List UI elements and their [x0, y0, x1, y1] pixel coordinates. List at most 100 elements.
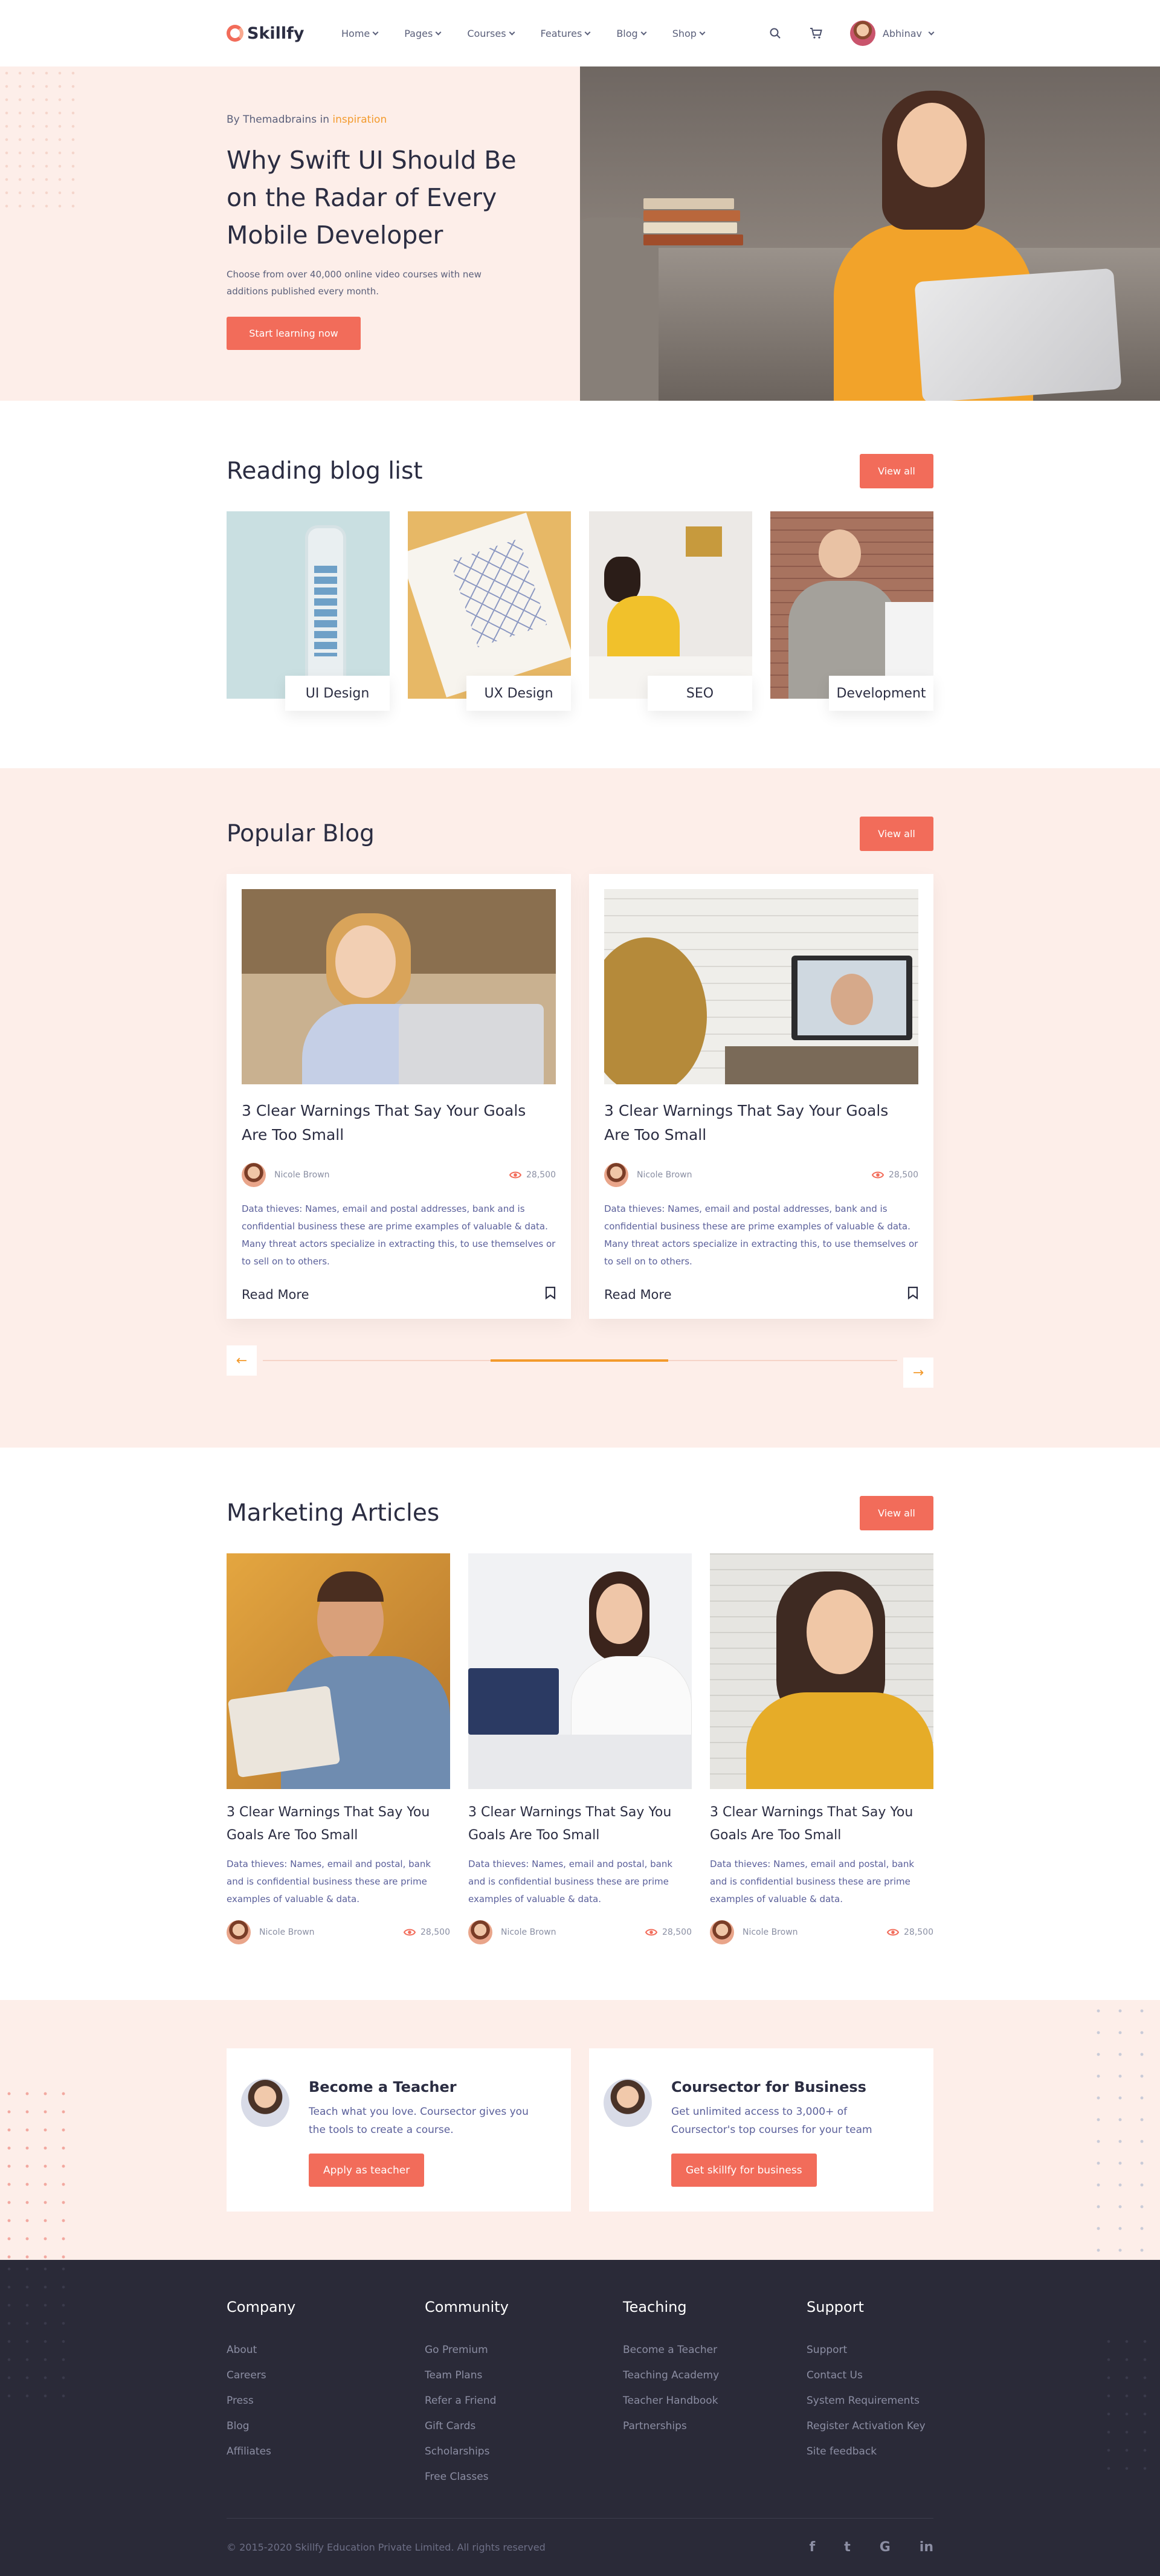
chevron-down-icon [640, 29, 647, 35]
footer-link[interactable]: Go Premium [425, 2344, 488, 2356]
article-image[interactable] [468, 1553, 692, 1789]
category-card-development[interactable]: Development [770, 511, 933, 711]
blog-image[interactable] [242, 889, 556, 1084]
category-image [770, 511, 933, 699]
blog-title[interactable]: 3 Clear Warnings That Say Your Goals Are… [604, 1099, 918, 1147]
popular-blog-section: Popular Blog View all 3 Clear Warnings T… [0, 768, 1160, 1448]
card-footer: Read More [242, 1286, 556, 1303]
decorative-dots [0, 66, 85, 212]
article-grid: 3 Clear Warnings That Say You Goals Are … [227, 1553, 933, 1944]
category-label: Development [829, 676, 933, 711]
footer-link[interactable]: Careers [227, 2369, 266, 2381]
cta-grid: Become a Teacher Teach what you love. Co… [227, 2048, 933, 2212]
slider-track[interactable] [263, 1359, 897, 1362]
avatar [241, 2079, 289, 2127]
logo-icon [227, 25, 243, 42]
footer-link[interactable]: System Requirements [807, 2395, 920, 2407]
footer-link[interactable]: Partnerships [623, 2420, 687, 2432]
arrow-right-icon: → [912, 1365, 924, 1380]
footer-link[interactable]: Blog [227, 2420, 250, 2432]
nav-item-courses[interactable]: Courses [467, 27, 515, 39]
footer-link[interactable]: Gift Cards [425, 2420, 475, 2432]
header-actions: Abhinav [768, 21, 935, 46]
slider-next-button[interactable]: → [903, 1358, 933, 1388]
category-label: SEO [648, 676, 752, 711]
footer-link[interactable]: Team Plans [425, 2369, 482, 2381]
slider-prev-button[interactable]: ← [227, 1345, 257, 1376]
chevron-down-icon [435, 29, 442, 35]
search-icon[interactable] [768, 26, 782, 40]
person-shirt [607, 596, 680, 662]
blog-image[interactable] [604, 889, 918, 1084]
nav-item-home[interactable]: Home [341, 28, 379, 39]
nav-item-features[interactable]: Features [541, 28, 591, 39]
nav-label: Pages [404, 27, 433, 39]
footer-link[interactable]: Press [227, 2395, 254, 2407]
article-title[interactable]: 3 Clear Warnings That Say You Goals Are … [710, 1801, 933, 1847]
category-card-ux-design[interactable]: UX Design [408, 511, 571, 711]
bookmark-icon[interactable] [907, 1286, 918, 1303]
nav-label: Courses [467, 27, 506, 39]
category-card-seo[interactable]: SEO [589, 511, 752, 711]
twitter-icon[interactable]: t [844, 2540, 851, 2555]
become-teacher-card: Become a Teacher Teach what you love. Co… [227, 2048, 571, 2212]
footer-link[interactable]: Affiliates [227, 2445, 271, 2458]
start-learning-button[interactable]: Start learning now [227, 317, 361, 350]
cta-title: Coursector for Business [671, 2079, 866, 2095]
book [643, 222, 737, 233]
cart-icon[interactable] [809, 26, 823, 40]
article-title[interactable]: 3 Clear Warnings That Say You Goals Are … [468, 1801, 692, 1847]
laptop [399, 1004, 544, 1084]
brand-logo[interactable]: Skillfy [227, 24, 341, 43]
blog-title[interactable]: 3 Clear Warnings That Say Your Goals Are… [242, 1099, 556, 1147]
footer-heading: Teaching [623, 2299, 687, 2315]
user-menu[interactable]: Abhinav [849, 21, 935, 46]
byline-category-link[interactable]: inspiration [332, 114, 387, 126]
apply-as-teacher-button[interactable]: Apply as teacher [309, 2154, 425, 2187]
footer-link[interactable]: Contact Us [807, 2369, 863, 2381]
footer-link[interactable]: Teaching Academy [623, 2369, 719, 2381]
footer-link[interactable]: Free Classes [425, 2471, 489, 2483]
post-meta: Nicole Brown 28,500 [710, 1920, 933, 1944]
arrow-left-icon: ← [236, 1353, 248, 1368]
tablet [227, 1685, 341, 1778]
section-header: Reading blog list View all [227, 454, 933, 488]
get-skillfy-for-business-button[interactable]: Get skillfy for business [671, 2154, 817, 2187]
article-excerpt: Data thieves: Names, email and postal, b… [468, 1859, 673, 1904]
nav-item-shop[interactable]: Shop [672, 28, 706, 39]
nav-item-blog[interactable]: Blog [616, 28, 647, 39]
person-face [335, 925, 396, 998]
section-title: Marketing Articles [227, 1500, 440, 1527]
footer-link[interactable]: Teacher Handbook [623, 2395, 718, 2407]
article-image[interactable] [227, 1553, 450, 1789]
footer-link[interactable]: About [227, 2344, 257, 2356]
eye-icon [404, 1929, 416, 1936]
footer-column-community: Community Go Premium Team Plans Refer a … [425, 2299, 623, 2490]
hero-subtitle: Choose from over 40,000 online video cou… [227, 269, 482, 297]
footer-heading: Support [807, 2299, 864, 2315]
footer-link[interactable]: Scholarships [425, 2445, 489, 2458]
category-card-ui-design[interactable]: UI Design [227, 511, 390, 711]
view-all-button[interactable]: View all [860, 817, 933, 851]
article-image[interactable] [710, 1553, 933, 1789]
category-image [589, 511, 752, 699]
article-title[interactable]: 3 Clear Warnings That Say You Goals Are … [227, 1801, 450, 1847]
view-all-button[interactable]: View all [860, 454, 933, 488]
views-value: 28,500 [420, 1927, 450, 1937]
footer-link[interactable]: Refer a Friend [425, 2395, 496, 2407]
footer-link[interactable]: Support [807, 2344, 847, 2356]
eye-icon [887, 1929, 899, 1936]
read-more-link[interactable]: Read More [242, 1287, 309, 1302]
google-icon[interactable]: G [880, 2540, 891, 2555]
footer-link[interactable]: Become a Teacher [623, 2344, 717, 2356]
facebook-icon[interactable]: f [810, 2540, 816, 2555]
footer-link[interactable]: Site feedback [807, 2445, 877, 2458]
footer-link[interactable]: Register Activation Key [807, 2420, 926, 2432]
avatar [468, 1920, 492, 1944]
linkedin-icon[interactable]: in [920, 2540, 933, 2555]
read-more-link[interactable]: Read More [604, 1287, 672, 1302]
nav-item-pages[interactable]: Pages [404, 27, 442, 39]
eye-icon [509, 1171, 521, 1179]
view-all-button[interactable]: View all [860, 1496, 933, 1530]
bookmark-icon[interactable] [545, 1286, 556, 1303]
